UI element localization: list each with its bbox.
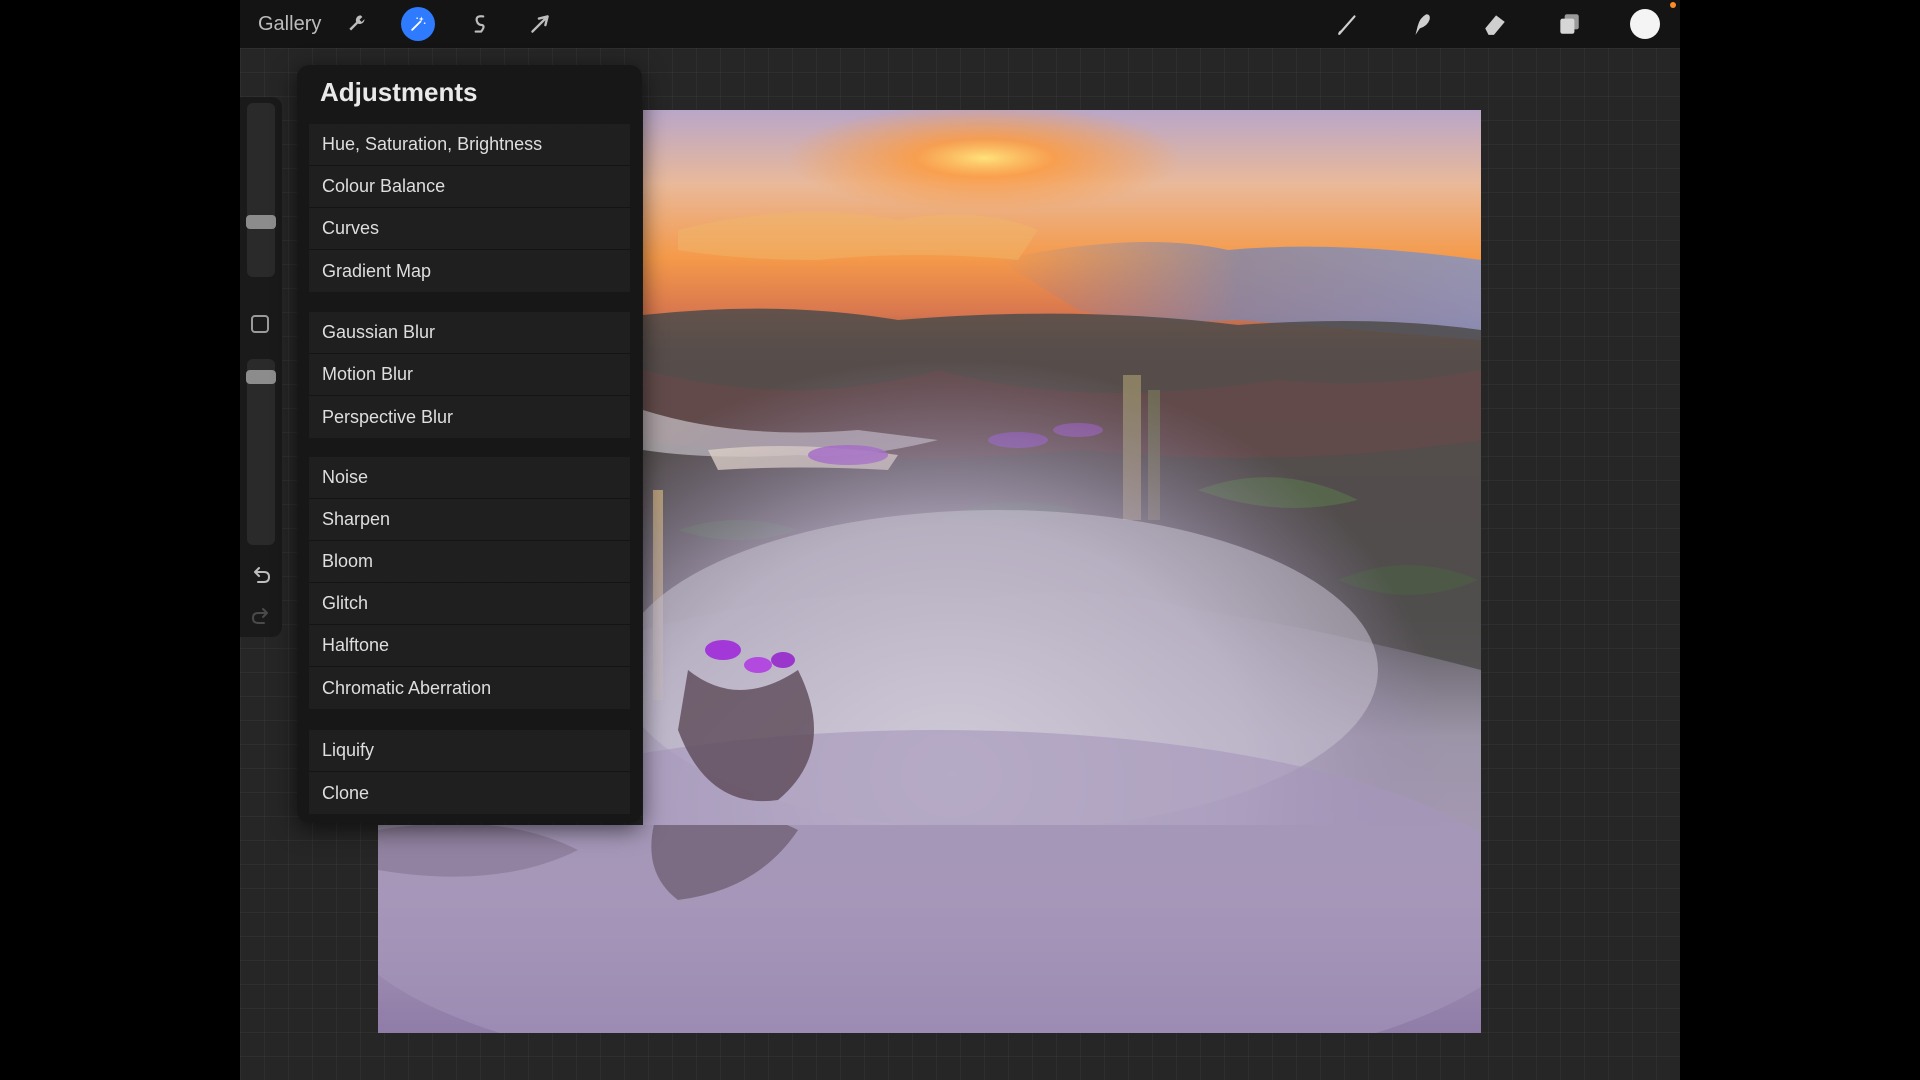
procreate-screen: Gallery Adjustments Hue, Saturation, Bri… <box>240 0 1680 1080</box>
menu-item-colour-balance[interactable]: Colour Balance <box>309 166 630 208</box>
transform-arrow-icon[interactable] <box>522 0 558 48</box>
undo-icon[interactable] <box>249 563 273 587</box>
gallery-button[interactable]: Gallery <box>258 0 321 48</box>
redo-icon[interactable] <box>249 604 273 628</box>
painting-lower <box>378 825 1481 1033</box>
color-history-dot <box>1670 2 1676 8</box>
menu-item-liquify[interactable]: Liquify <box>309 730 630 772</box>
menu-item-sharpen[interactable]: Sharpen <box>309 499 630 541</box>
effects-adjustments-group: Noise Sharpen Bloom Glitch Halftone Chro… <box>309 457 630 709</box>
menu-item-clone[interactable]: Clone <box>309 772 630 814</box>
opacity-slider[interactable] <box>247 359 275 545</box>
menu-item-hue-saturation-brightness[interactable]: Hue, Saturation, Brightness <box>309 124 630 166</box>
menu-item-chromatic-aberration[interactable]: Chromatic Aberration <box>309 667 630 709</box>
adjustments-title: Adjustments <box>320 77 478 107</box>
smudge-icon[interactable] <box>1404 0 1440 48</box>
menu-item-glitch[interactable]: Glitch <box>309 583 630 625</box>
menu-item-halftone[interactable]: Halftone <box>309 625 630 667</box>
modify-button[interactable] <box>251 315 269 333</box>
blur-adjustments-group: Gaussian Blur Motion Blur Perspective Bl… <box>309 312 630 438</box>
menu-item-gradient-map[interactable]: Gradient Map <box>309 250 630 292</box>
wrench-icon[interactable] <box>340 0 376 48</box>
color-adjustments-group: Hue, Saturation, Brightness Colour Balan… <box>309 124 630 292</box>
current-color-circle <box>1630 9 1660 39</box>
menu-item-perspective-blur[interactable]: Perspective Blur <box>309 396 630 438</box>
menu-item-motion-blur[interactable]: Motion Blur <box>309 354 630 396</box>
top-toolbar: Gallery <box>240 0 1680 48</box>
brush-size-slider[interactable] <box>247 103 275 277</box>
menu-item-bloom[interactable]: Bloom <box>309 541 630 583</box>
layers-icon[interactable] <box>1551 0 1587 48</box>
left-sidebar <box>240 97 282 637</box>
magic-wand-icon[interactable] <box>400 0 436 48</box>
brush-icon[interactable] <box>1330 0 1366 48</box>
eraser-icon[interactable] <box>1477 0 1513 48</box>
brush-size-slider-thumb[interactable] <box>246 215 276 229</box>
menu-item-gaussian-blur[interactable]: Gaussian Blur <box>309 312 630 354</box>
canvas-lower[interactable] <box>378 825 1481 1033</box>
menu-item-noise[interactable]: Noise <box>309 457 630 499</box>
color-swatch[interactable] <box>1625 0 1665 48</box>
selection-icon[interactable] <box>462 0 498 48</box>
adjustments-menu: Adjustments Hue, Saturation, Brightness … <box>297 65 642 823</box>
opacity-slider-thumb[interactable] <box>246 370 276 384</box>
menu-item-curves[interactable]: Curves <box>309 208 630 250</box>
tools-adjustments-group: Liquify Clone <box>309 730 630 814</box>
